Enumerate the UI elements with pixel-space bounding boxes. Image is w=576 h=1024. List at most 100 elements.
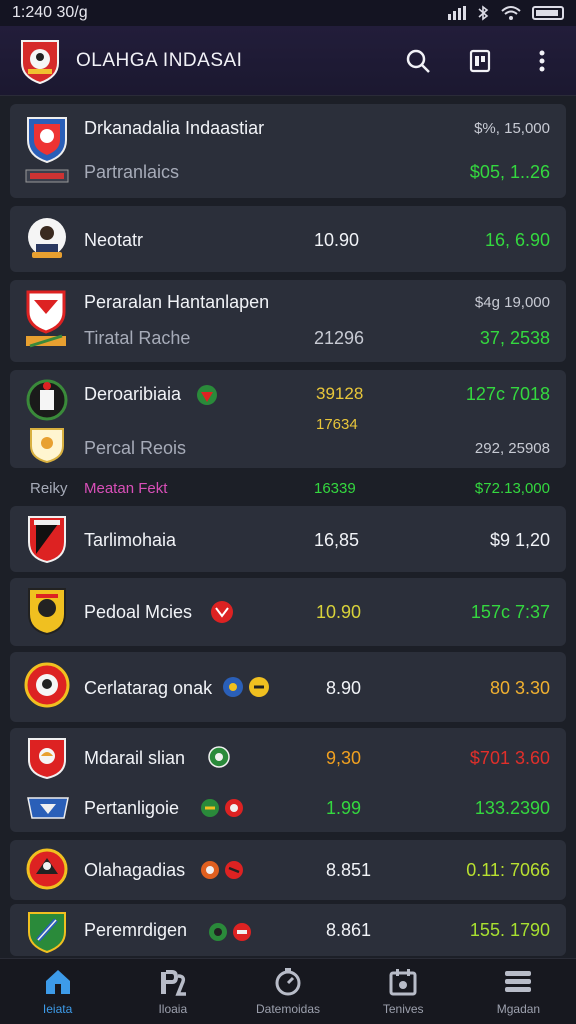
wifi-icon — [501, 6, 521, 20]
price-value: $9 1,20 — [489, 530, 550, 550]
more-options-button[interactable] — [526, 45, 558, 77]
player-avatar-icon — [28, 218, 66, 258]
score-value: 10.90 — [316, 602, 362, 622]
price-label: $4g 19,000 — [474, 294, 550, 311]
team-subtitle: Percal Reois — [84, 438, 187, 458]
team-crest-icon — [27, 117, 67, 164]
score-value: 16,85 — [314, 530, 360, 550]
signal-icon — [448, 6, 466, 20]
list-item[interactable]: Peremrdigen 8.861 155. 1790 — [10, 904, 566, 956]
chart-icon — [160, 969, 186, 996]
team-badge-icon — [223, 677, 243, 697]
team-name: Peremrdigen — [84, 920, 188, 940]
list-item[interactable]: Deroaribiaia 39128 17634 Percal Reois 12… — [10, 370, 566, 468]
score-value: 10.90 — [314, 230, 360, 250]
list-item[interactable]: Reiky Meatan Fekt 16339 $72.13,000 — [10, 474, 566, 504]
team-crest-icon — [28, 912, 66, 954]
price-value: 80 3.30 — [489, 678, 550, 698]
score-value: 8.851 — [326, 860, 372, 880]
status-bar: 1:240 30/g — [0, 0, 576, 26]
team-badge-icon — [209, 923, 227, 941]
score-value: 39128 — [316, 384, 364, 403]
status-time: 1:240 30/g — [12, 4, 88, 21]
team-badge-icon — [249, 677, 269, 697]
price-value: 37, 2538 — [479, 328, 550, 348]
team-name: Reiky — [30, 480, 68, 497]
score-value: 16339 — [314, 480, 356, 497]
nav-label: Iloaia — [158, 1001, 188, 1016]
score-value-secondary: 1.99 — [326, 798, 362, 818]
list-item[interactable]: Peraralan Hantanlapen Tiratal Rache 2129… — [10, 280, 566, 362]
nav-item-live[interactable]: Datemoidas — [230, 959, 345, 1024]
score-value: 8.861 — [326, 920, 372, 940]
team-name: Drkanadalia Indaastiar — [84, 118, 265, 138]
list-item[interactable]: Pedoal Mcies 10.90 157c 7:37 — [10, 578, 566, 646]
team-crest-icon — [28, 738, 66, 780]
team-badge-icon — [211, 601, 233, 623]
team-badge-icon — [225, 861, 243, 879]
price-label: 292, 25908 — [474, 440, 550, 457]
price-value: 155. 1790 — [469, 920, 550, 940]
more-vertical-icon — [539, 50, 545, 71]
nav-item-home[interactable]: Ieiata — [0, 959, 115, 1024]
list-item[interactable]: Mdarail slian 9,30 $701 3.60 Pertanligoi… — [10, 728, 566, 832]
team-name: Tarlimohaia — [84, 530, 177, 550]
team-name: Peraralan Hantanlapen — [84, 292, 270, 312]
nav-label: Datemoidas — [255, 1001, 321, 1016]
price-value: $72.13,000 — [474, 480, 550, 497]
score-value: 21296 — [314, 328, 365, 348]
team-crest-icon — [26, 848, 68, 890]
nav-label: Mgadan — [496, 1001, 541, 1016]
team-badge-icon — [225, 799, 243, 817]
team-crest-icon — [28, 516, 66, 564]
nav-item-menu[interactable]: Mgadan — [461, 959, 576, 1024]
search-button[interactable] — [402, 45, 434, 77]
price-label: $%, 15,000 — [474, 120, 550, 137]
price-value: 0.11: 7066 — [466, 860, 550, 880]
menu-icon — [505, 970, 532, 992]
price-value: 157c 7:37 — [470, 602, 550, 622]
list-item[interactable]: Tarlimohaia 16,85 $9 1,20 — [10, 506, 566, 572]
team-subtitle: Pertanligoie — [84, 798, 180, 818]
app-logo-icon — [21, 39, 59, 84]
bottom-navigation: Ieiata Iloaia Datemoidas Tenives Mgadan — [0, 958, 576, 1024]
team-badge-icon — [201, 799, 219, 817]
price-value: 127c 7018 — [465, 384, 550, 404]
app-title: OLAHGA INDASAI — [76, 49, 243, 71]
team-banner-icon — [25, 169, 69, 183]
app-bar: OLAHGA INDASAI — [0, 26, 576, 96]
score-value: 9,30 — [326, 748, 362, 768]
team-name: Olahagadias — [84, 860, 186, 880]
list-view-button[interactable] — [464, 45, 496, 77]
team-badge-icon — [201, 861, 219, 879]
team-subtitle: Tiratal Rache — [84, 328, 191, 348]
team-crest-icon — [30, 428, 64, 464]
list-item[interactable]: Cerlatarag onak 8.90 80 3.30 — [10, 652, 566, 722]
team-name: Cerlatarag onak — [84, 678, 213, 698]
list-item[interactable]: Neotatr 10.90 16, 6.90 — [10, 206, 566, 272]
nav-item-stats[interactable]: Iloaia — [115, 959, 230, 1024]
team-name: Mdarail slian — [84, 748, 186, 768]
price-value-secondary: 133.2390 — [474, 798, 550, 818]
team-name: Neotatr — [84, 230, 144, 250]
price-value: $701 3.60 — [469, 748, 550, 768]
score-value-secondary: 17634 — [316, 416, 358, 433]
score-value: 8.90 — [326, 678, 362, 698]
search-icon — [406, 49, 430, 73]
list-item[interactable]: Olahagadias 8.851 0.11: 7066 — [10, 840, 566, 900]
battery-icon — [532, 6, 564, 20]
price-value: $05, 1..26 — [469, 162, 550, 182]
nav-label: Ieiata — [42, 1001, 73, 1016]
team-crest-icon — [26, 290, 66, 334]
team-crest-icon — [28, 588, 66, 636]
list-item[interactable]: Drkanadalia Indaastiar Partranlaics $%, … — [10, 104, 566, 198]
team-name: Deroaribiaia — [84, 384, 182, 404]
document-icon — [469, 49, 491, 72]
team-crest-icon — [26, 379, 68, 421]
team-subtitle: Partranlaics — [84, 162, 180, 182]
calendar-icon — [389, 968, 417, 995]
nav-label: Tenives — [382, 1001, 424, 1016]
team-crest-icon — [24, 662, 70, 708]
team-name: Pedoal Mcies — [84, 602, 193, 622]
nav-item-fixtures[interactable]: Tenives — [346, 959, 461, 1024]
